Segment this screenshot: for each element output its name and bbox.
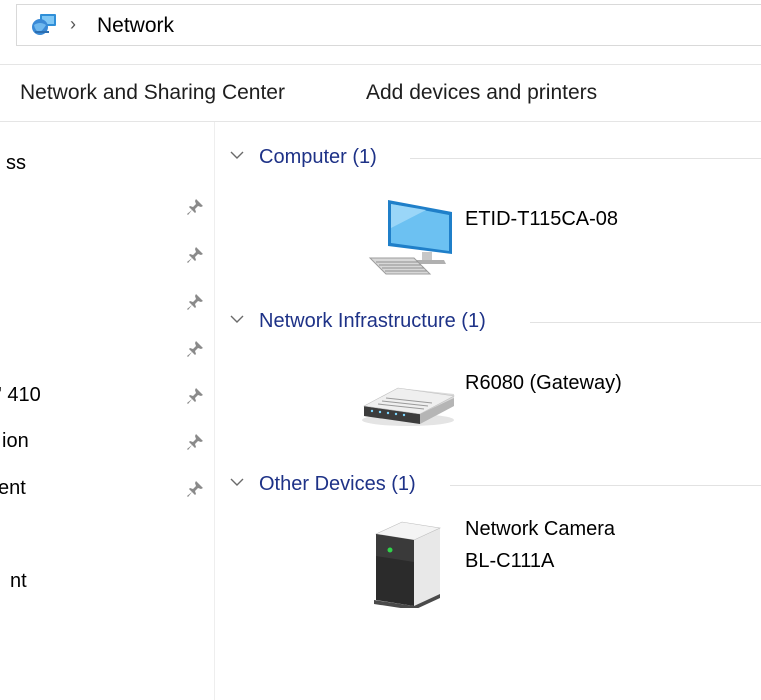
pin-icon[interactable]	[186, 198, 204, 216]
pin-icon[interactable]	[186, 293, 204, 311]
nav-item[interactable]: ent	[0, 468, 214, 512]
chevron-down-icon	[230, 478, 244, 486]
nav-item-label: ion	[2, 430, 29, 452]
device-name: ETID-T115CA-08	[465, 208, 619, 230]
network-globe-icon	[32, 14, 56, 35]
address-bar[interactable]: › Network	[16, 4, 761, 46]
group-header-other-devices[interactable]: Other Devices (1)	[230, 473, 761, 497]
nav-item-label: ' 410	[0, 384, 41, 406]
nav-item[interactable]	[0, 328, 214, 372]
network-device-icon	[374, 521, 442, 608]
group-title: Network Infrastructure (1)	[259, 310, 486, 332]
nav-item[interactable]: ion	[0, 421, 214, 465]
computer-icon	[368, 200, 452, 275]
pin-icon[interactable]	[186, 340, 204, 358]
pin-icon[interactable]	[186, 433, 204, 451]
nav-item[interactable]: nt	[0, 561, 214, 605]
nav-item[interactable]: ' 410	[0, 375, 214, 419]
chevron-down-icon	[230, 151, 244, 159]
pin-icon[interactable]	[186, 246, 204, 264]
device-item-router[interactable]: R6080 (Gateway)	[360, 370, 760, 430]
nav-item[interactable]	[0, 234, 214, 278]
group-title: Other Devices (1)	[259, 473, 416, 495]
chevron-down-icon	[230, 315, 244, 323]
device-name: R6080 (Gateway)	[465, 372, 622, 394]
nav-item-label: ss	[6, 152, 26, 174]
group-divider	[450, 485, 761, 486]
group-header-computer[interactable]: Computer (1)	[230, 146, 761, 170]
command-bar: Network and Sharing Center Add devices a…	[0, 64, 761, 122]
device-item-computer[interactable]: ETID-T115CA-08	[360, 196, 760, 281]
router-icon	[362, 387, 455, 426]
pin-icon[interactable]	[186, 480, 204, 498]
device-name-line-2: BL-C111A	[465, 550, 555, 572]
nav-item[interactable]	[0, 281, 214, 325]
group-divider	[410, 158, 761, 159]
group-title: Computer (1)	[259, 146, 377, 168]
nav-item-label: ent	[0, 477, 26, 499]
group-header-network-infrastructure[interactable]: Network Infrastructure (1)	[230, 310, 761, 334]
group-divider	[530, 322, 761, 323]
add-devices-and-printers-button[interactable]: Add devices and printers	[366, 81, 597, 105]
network-and-sharing-center-button[interactable]: Network and Sharing Center	[20, 81, 285, 105]
device-name-line-1: Network Camera	[465, 518, 616, 540]
nav-item[interactable]: ss	[0, 143, 214, 187]
device-item-network-camera[interactable]: Network Camera BL-C111A	[360, 516, 760, 608]
nav-item-label: nt	[10, 570, 27, 592]
breadcrumb-network[interactable]: Network	[97, 14, 174, 38]
navigation-pane: ss ' 410 ion ent nt	[0, 122, 215, 700]
nav-item[interactable]	[0, 186, 214, 230]
breadcrumb-separator: ›	[70, 14, 76, 34]
pin-icon[interactable]	[186, 387, 204, 405]
